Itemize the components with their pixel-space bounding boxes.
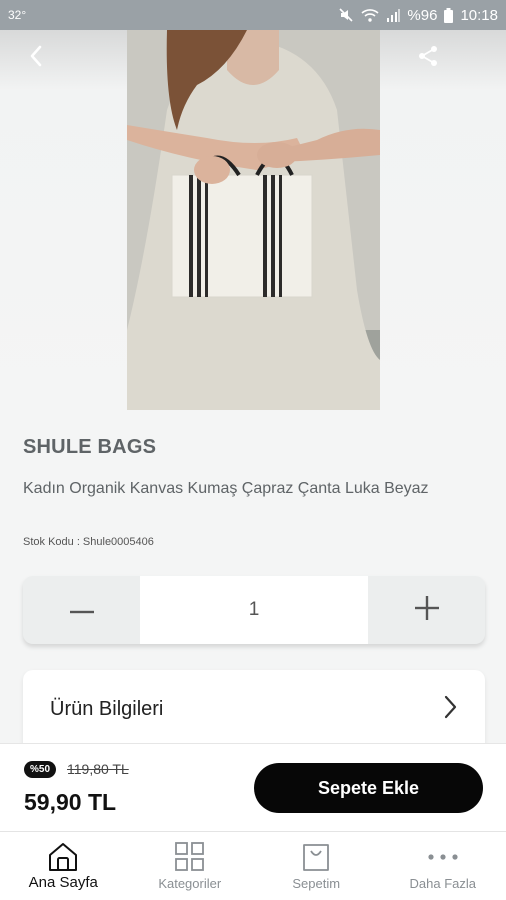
share-icon xyxy=(417,45,439,72)
status-icons: %96 10:18 xyxy=(338,7,498,24)
product-info-label: Ürün Bilgileri xyxy=(50,697,164,720)
product-photo[interactable] xyxy=(127,30,380,410)
plus-icon xyxy=(414,595,439,625)
increment-button[interactable] xyxy=(368,576,485,644)
product-title: Kadın Organik Kanvas Kumaş Çapraz Çanta … xyxy=(23,480,429,497)
discount-badge: %50 xyxy=(24,761,57,778)
clock: 10:18 xyxy=(460,6,498,24)
decrement-button[interactable] xyxy=(23,576,140,644)
more-dots-icon xyxy=(427,841,459,873)
home-icon xyxy=(47,841,79,873)
battery-icon xyxy=(444,7,454,23)
battery-level: %96 xyxy=(407,6,438,24)
brand-name: SHULE BAGS xyxy=(23,436,157,458)
mute-icon xyxy=(338,7,354,23)
signal-icon xyxy=(386,8,401,22)
stock-code: Stok Kodu : Shule0005406 xyxy=(23,536,154,548)
nav-item-home[interactable]: Ana Sayfa xyxy=(0,832,127,900)
nav-item-categories[interactable]: Kategoriler xyxy=(127,832,254,900)
quantity-value[interactable]: 1 xyxy=(140,576,368,644)
nav-label-categories: Kategoriler xyxy=(158,876,222,891)
chevron-left-icon xyxy=(29,45,43,72)
nav-label-home: Ana Sayfa xyxy=(28,874,98,891)
back-button[interactable] xyxy=(20,42,52,74)
nav-label-more: Daha Fazla xyxy=(409,876,476,891)
current-price: 59,90 TL xyxy=(24,789,117,815)
wifi-icon xyxy=(361,7,379,23)
purchase-bar: %50 119,80 TL 59,90 TL Sepete Ekle xyxy=(0,743,506,831)
add-to-cart-button[interactable]: Sepete Ekle xyxy=(254,763,483,813)
chevron-right-icon xyxy=(444,695,457,724)
quantity-stepper: 1 xyxy=(23,576,485,644)
minus-icon xyxy=(69,601,94,619)
old-price: 119,80 TL xyxy=(67,761,129,777)
product-image-area xyxy=(0,30,506,410)
share-button[interactable] xyxy=(412,42,444,74)
grid-icon xyxy=(174,841,205,873)
bottom-navigation: Ana Sayfa Kategoriler Sepetim Daha Fazla xyxy=(0,831,506,900)
product-info-row[interactable]: Ürün Bilgileri xyxy=(23,670,485,748)
nav-item-cart[interactable]: Sepetim xyxy=(253,832,380,900)
nav-item-more[interactable]: Daha Fazla xyxy=(380,832,506,900)
temperature-indicator: 32° xyxy=(8,8,27,22)
status-bar: 32° %96 10:18 xyxy=(0,0,506,30)
shopping-bag-icon xyxy=(301,841,331,873)
nav-label-cart: Sepetim xyxy=(292,876,341,891)
